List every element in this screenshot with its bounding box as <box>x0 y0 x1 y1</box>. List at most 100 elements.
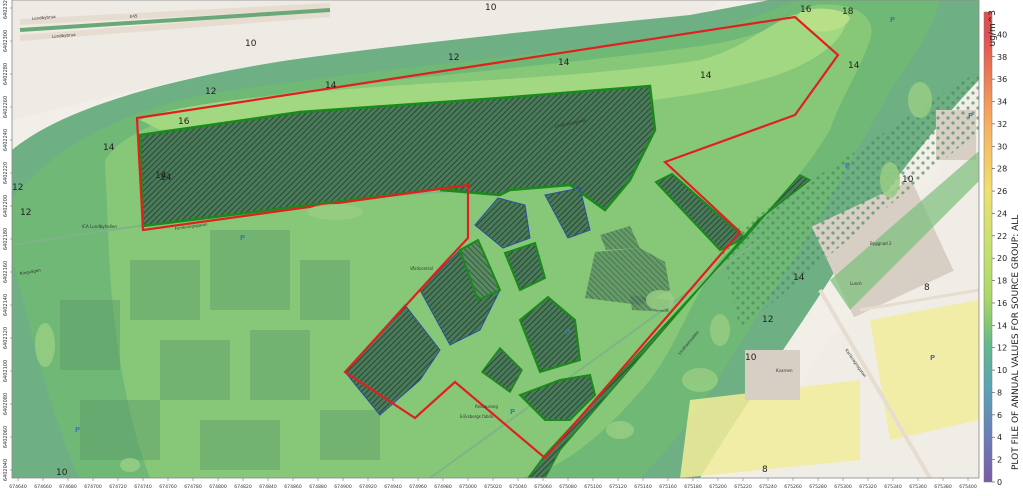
legend-tick-label: 14 <box>997 321 1007 330</box>
x-tick-label: 674720 <box>109 484 127 490</box>
contour-label: 16 <box>178 117 190 127</box>
legend-tick-label: 28 <box>997 165 1007 174</box>
x-tick-label: 675000 <box>459 484 477 490</box>
contour-label: 10 <box>745 353 757 363</box>
legend-tick-label: 18 <box>997 277 1007 286</box>
legend-tick-label: 30 <box>997 142 1007 151</box>
parking-symbol: P <box>930 354 935 362</box>
x-tick-label: 675220 <box>734 484 752 490</box>
x-tick-label: 674700 <box>84 484 102 490</box>
y-tick-label: 6402320 <box>3 0 9 19</box>
poi-label-eriksberg: Eriksbergs fabrik <box>460 414 494 419</box>
contour-label: 12 <box>205 87 216 97</box>
y-tick-label: 6402060 <box>3 426 9 448</box>
legend-tick-label: 16 <box>997 299 1007 308</box>
legend-colorbar <box>983 11 993 483</box>
contour-label: 14 <box>700 71 712 81</box>
y-tick-label: 6402300 <box>3 30 9 52</box>
x-tick-label: 675300 <box>834 484 852 490</box>
x-tick-label: 675040 <box>509 484 527 490</box>
contour-label: 18 <box>842 7 854 17</box>
x-tick-label: 674900 <box>334 484 352 490</box>
x-tick-label: 675140 <box>634 484 652 490</box>
contour-label: 14 <box>558 58 570 68</box>
y-tick-label: 6402260 <box>3 96 9 118</box>
x-tick-label: 675340 <box>884 484 902 490</box>
legend-tick-label: 8 <box>997 388 1002 397</box>
x-tick-label: 674940 <box>384 484 402 490</box>
y-tick-label: 6402180 <box>3 228 9 250</box>
x-tick-label: 675280 <box>809 484 827 490</box>
contour-label: 8 <box>762 465 768 475</box>
x-tick-label: 675380 <box>934 484 952 490</box>
legend-tick-label: 0 <box>997 478 1002 487</box>
x-tick-label: 675400 <box>959 484 977 490</box>
contour-label: 14 <box>325 81 337 91</box>
x-tick-label: 675160 <box>659 484 677 490</box>
legend-tick-label: 22 <box>997 232 1007 241</box>
legend-tick-label: 26 <box>997 187 1007 196</box>
y-tick-label: 6402120 <box>3 327 9 349</box>
x-tick-label: 674880 <box>309 484 327 490</box>
contour-label: 14 <box>103 143 115 153</box>
legend-tick-label: 32 <box>997 120 1007 129</box>
legend-tick-label: 34 <box>997 98 1007 107</box>
y-tick-label: 6402220 <box>3 162 9 184</box>
y-tick-label: 6402040 <box>3 459 9 481</box>
poi-label-vardcentral: Vårdcentral <box>410 266 433 271</box>
legend-tick-label: 2 <box>997 456 1002 465</box>
x-tick-label: 674740 <box>134 484 152 490</box>
contour-label: 14 <box>160 173 172 183</box>
x-axis-ticks: 674640 674660 674680 674700 674720 674740 6747… <box>9 478 977 490</box>
parking-symbol: P <box>565 328 570 336</box>
legend-tick-label: 36 <box>997 75 1007 84</box>
x-tick-label: 674920 <box>359 484 377 490</box>
x-tick-label: 674820 <box>234 484 252 490</box>
x-tick-label: 674760 <box>159 484 177 490</box>
legend-tick-label: 24 <box>997 209 1007 218</box>
x-tick-label: 674960 <box>409 484 427 490</box>
x-tick-label: 674660 <box>34 484 52 490</box>
contour-label: 14 <box>848 61 860 71</box>
y-tick-label: 6402140 <box>3 294 9 316</box>
x-tick-label: 675180 <box>684 484 702 490</box>
parking-symbol: P <box>890 16 895 24</box>
parking-symbol: P <box>510 408 515 416</box>
dispersion-map: Lundbybrua Lundbybrua E45 Ringvägen Lind… <box>3 0 1023 491</box>
x-tick-label: 674680 <box>59 484 77 490</box>
poi-label-lunch: Lunch <box>850 281 862 286</box>
parking-symbol: P <box>75 426 80 434</box>
contour-label: 12 <box>12 183 23 193</box>
legend-tick-label: 38 <box>997 53 1007 62</box>
x-tick-label: 674780 <box>184 484 202 490</box>
y-tick-label: 6402240 <box>3 129 9 151</box>
map-canvas[interactable]: Lundbybrua Lundbybrua E45 Ringvägen Lind… <box>12 0 980 478</box>
x-tick-label: 675100 <box>584 484 602 490</box>
contour-label: 12 <box>448 53 459 63</box>
poi-label-bygg: Byggnad 2 <box>870 241 892 246</box>
contour-label: 10 <box>485 3 497 13</box>
contour-label: 12 <box>20 208 31 218</box>
y-tick-label: 6402200 <box>3 195 9 217</box>
x-tick-label: 674800 <box>209 484 227 490</box>
poi-label-kvarnen: Kvarnen <box>776 368 793 373</box>
y-tick-label: 6402100 <box>3 360 9 382</box>
parking-symbol: P <box>845 162 850 170</box>
y-tick-label: 6402160 <box>3 261 9 283</box>
x-tick-label: 674640 <box>9 484 27 490</box>
x-tick-label: 675120 <box>609 484 627 490</box>
x-tick-label: 675200 <box>709 484 727 490</box>
x-tick-label: 675020 <box>484 484 502 490</box>
x-tick-label: 674980 <box>434 484 452 490</box>
x-tick-label: 675080 <box>559 484 577 490</box>
x-tick-label: 675240 <box>759 484 777 490</box>
legend-tick-label: 40 <box>997 30 1007 39</box>
legend-tick-label: 12 <box>997 344 1007 353</box>
x-tick-label: 675060 <box>534 484 552 490</box>
y-axis-ticks: 6402320 6402300 6402280 6402260 6402240 64022… <box>3 0 12 481</box>
x-tick-label: 674840 <box>259 484 277 490</box>
legend-tick-label: 4 <box>997 433 1002 442</box>
contour-label: 16 <box>800 5 812 15</box>
x-tick-label: 674860 <box>284 484 302 490</box>
parking-symbol: P <box>968 112 973 120</box>
